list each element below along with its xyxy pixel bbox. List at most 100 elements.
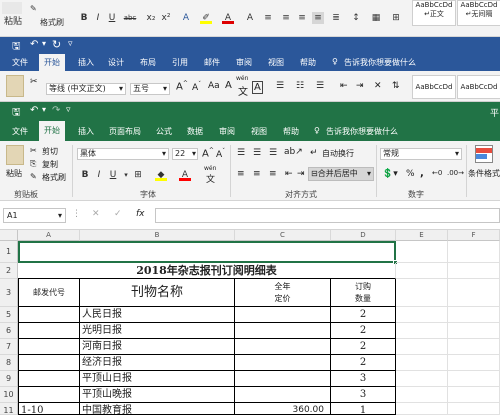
align-center-icon[interactable]: ≡ [280, 12, 292, 24]
decrease-indent-icon[interactable]: ⇤ [340, 81, 348, 91]
column-header-c[interactable]: C [235, 230, 331, 241]
excel-tab-insert[interactable]: 插入 [78, 126, 94, 137]
line-spacing-icon[interactable]: ↕ [350, 12, 362, 24]
align-bottom-icon[interactable]: ☰ [269, 148, 277, 158]
table-cell-name[interactable]: 河南日报 [80, 339, 235, 355]
tell-me-box[interactable]: 告诉我你想要做什么 [344, 57, 416, 68]
text-effects-icon[interactable]: A [180, 12, 192, 24]
format-painter-button[interactable]: 格式刷 [42, 172, 66, 183]
excel-tab-formulas[interactable]: 公式 [156, 126, 172, 137]
header-qty[interactable]: 订购 数量 [331, 279, 396, 307]
word-tab-review[interactable]: 审阅 [236, 57, 252, 68]
row-header-2[interactable]: 2 [0, 263, 18, 279]
style-sample-1[interactable]: AaBbCcDd [412, 75, 456, 99]
selected-cell-a1[interactable] [18, 241, 396, 263]
table-cell-qty[interactable]: 3 [331, 371, 396, 387]
align-right-icon[interactable]: ≡ [296, 12, 308, 24]
undo-icon[interactable]: ↶ [30, 105, 38, 116]
table-cell-code[interactable] [18, 387, 80, 403]
word-tab-help[interactable]: 帮助 [300, 57, 316, 68]
table-cell-price[interactable] [235, 387, 331, 403]
undo-dropdown-icon[interactable]: ▾ [42, 39, 46, 48]
style-normal[interactable]: AaBbCcDd ↵正文 [412, 0, 456, 26]
cell[interactable] [396, 371, 448, 387]
cell[interactable] [396, 339, 448, 355]
style-no-spacing[interactable]: AaBbCcDd ↵无间隔 [457, 0, 500, 26]
table-cell-price[interactable] [235, 307, 331, 323]
cell[interactable] [448, 241, 500, 263]
shrink-font-icon[interactable]: Aˇ [192, 81, 201, 93]
excel-font-name-combo[interactable]: 黑体 ▾ [77, 148, 169, 160]
borders-icon[interactable]: ⊞ [132, 169, 144, 181]
grow-font-icon[interactable]: A^ [202, 147, 214, 159]
paste-button[interactable]: 粘贴 [4, 14, 22, 27]
comma-button[interactable]: , [420, 168, 424, 179]
word-font-name-combo[interactable]: 等线 (中文正文) ▾ [46, 83, 126, 95]
excel-tab-data[interactable]: 数据 [187, 126, 203, 137]
row-header-8[interactable]: 8 [0, 355, 18, 371]
italic-button[interactable]: I [92, 12, 104, 24]
word-tab-layout[interactable]: 布局 [140, 57, 156, 68]
cell[interactable] [396, 403, 448, 415]
column-header-e[interactable]: E [396, 230, 448, 241]
font-color-icon[interactable]: A [222, 12, 234, 24]
conditional-format-button[interactable]: 条件格式 [468, 168, 500, 179]
row-header-7[interactable]: 7 [0, 339, 18, 355]
table-cell-price[interactable] [235, 371, 331, 387]
align-middle-icon[interactable]: ☰ [253, 148, 261, 158]
paste-icon[interactable] [2, 2, 22, 14]
table-cell-code[interactable] [18, 355, 80, 371]
fill-color-icon[interactable]: ◆ [155, 169, 167, 181]
word-font-size-combo[interactable]: 五号 ▾ [130, 83, 170, 95]
format-painter-icon[interactable]: ✎ [30, 4, 37, 13]
table-cell-price[interactable] [235, 339, 331, 355]
enter-icon[interactable]: ✓ [114, 209, 122, 219]
row-header-5[interactable]: 5 [0, 307, 18, 323]
undo-dropdown-icon[interactable]: ▾ [42, 105, 46, 114]
word-tab-insert[interactable]: 插入 [78, 57, 94, 68]
style-sample-2[interactable]: AaBbCcDd [457, 75, 500, 99]
format-painter-button[interactable]: 格式刷 [40, 17, 64, 28]
bold-button[interactable]: B [78, 12, 90, 24]
asian-layout-icon[interactable]: ✕ [374, 81, 382, 91]
customize-qat-icon[interactable]: ▿ [66, 105, 71, 115]
cut-icon[interactable]: ✂ [30, 146, 37, 155]
sort-icon[interactable]: ⇅ [392, 81, 400, 91]
cell[interactable] [396, 279, 448, 307]
excel-font-size-combo[interactable]: 22 ▾ [172, 148, 198, 160]
word-tab-mailings[interactable]: 邮件 [204, 57, 220, 68]
table-cell-name[interactable]: 中国教育报 [80, 403, 235, 415]
shading-icon[interactable]: ▦ [370, 12, 382, 24]
tell-me-box[interactable]: 告诉我你想要做什么 [326, 126, 398, 137]
cell[interactable] [396, 323, 448, 339]
decrease-indent-icon[interactable]: ⇤ [285, 169, 293, 179]
font-color-icon[interactable]: A [179, 169, 191, 181]
subscript-icon[interactable]: x₂ [145, 12, 157, 24]
row-header-10[interactable]: 10 [0, 387, 18, 403]
increase-indent-icon[interactable]: ⇥ [297, 169, 305, 179]
word-tab-view[interactable]: 视图 [268, 57, 284, 68]
decrease-decimal-icon[interactable]: .00→ [447, 169, 464, 177]
underline-dropdown-icon[interactable]: ▾ [120, 169, 132, 181]
bullets-icon[interactable]: ☰ [276, 81, 284, 91]
underline-button[interactable]: U [106, 12, 118, 24]
format-painter-icon[interactable]: ✎ [30, 172, 37, 181]
bold-button[interactable]: B [79, 169, 91, 181]
table-cell-code[interactable]: 1-10 [18, 403, 80, 415]
table-title[interactable]: 2018年杂志报刊订阅明细表 [18, 263, 396, 279]
cut-icon[interactable]: ✂ [30, 77, 38, 87]
clear-format-icon[interactable]: A [225, 80, 232, 91]
char-shading-icon[interactable]: A [244, 12, 256, 24]
cell[interactable] [448, 371, 500, 387]
table-cell-name[interactable]: 平顶山晚报 [80, 387, 235, 403]
italic-button[interactable]: I [93, 169, 105, 181]
table-cell-price[interactable]: 360.00 [235, 403, 331, 415]
justify-icon[interactable]: ≡ [312, 12, 324, 24]
cancel-icon[interactable]: ✕ [92, 209, 100, 219]
superscript-icon[interactable]: x² [160, 12, 172, 24]
table-cell-name[interactable]: 光明日报 [80, 323, 235, 339]
wrap-text-icon[interactable]: ↵ [310, 148, 318, 158]
number-format-combo[interactable]: 常规 ▾ [380, 148, 462, 160]
conditional-format-icon[interactable] [475, 145, 493, 163]
cell[interactable] [396, 263, 448, 279]
